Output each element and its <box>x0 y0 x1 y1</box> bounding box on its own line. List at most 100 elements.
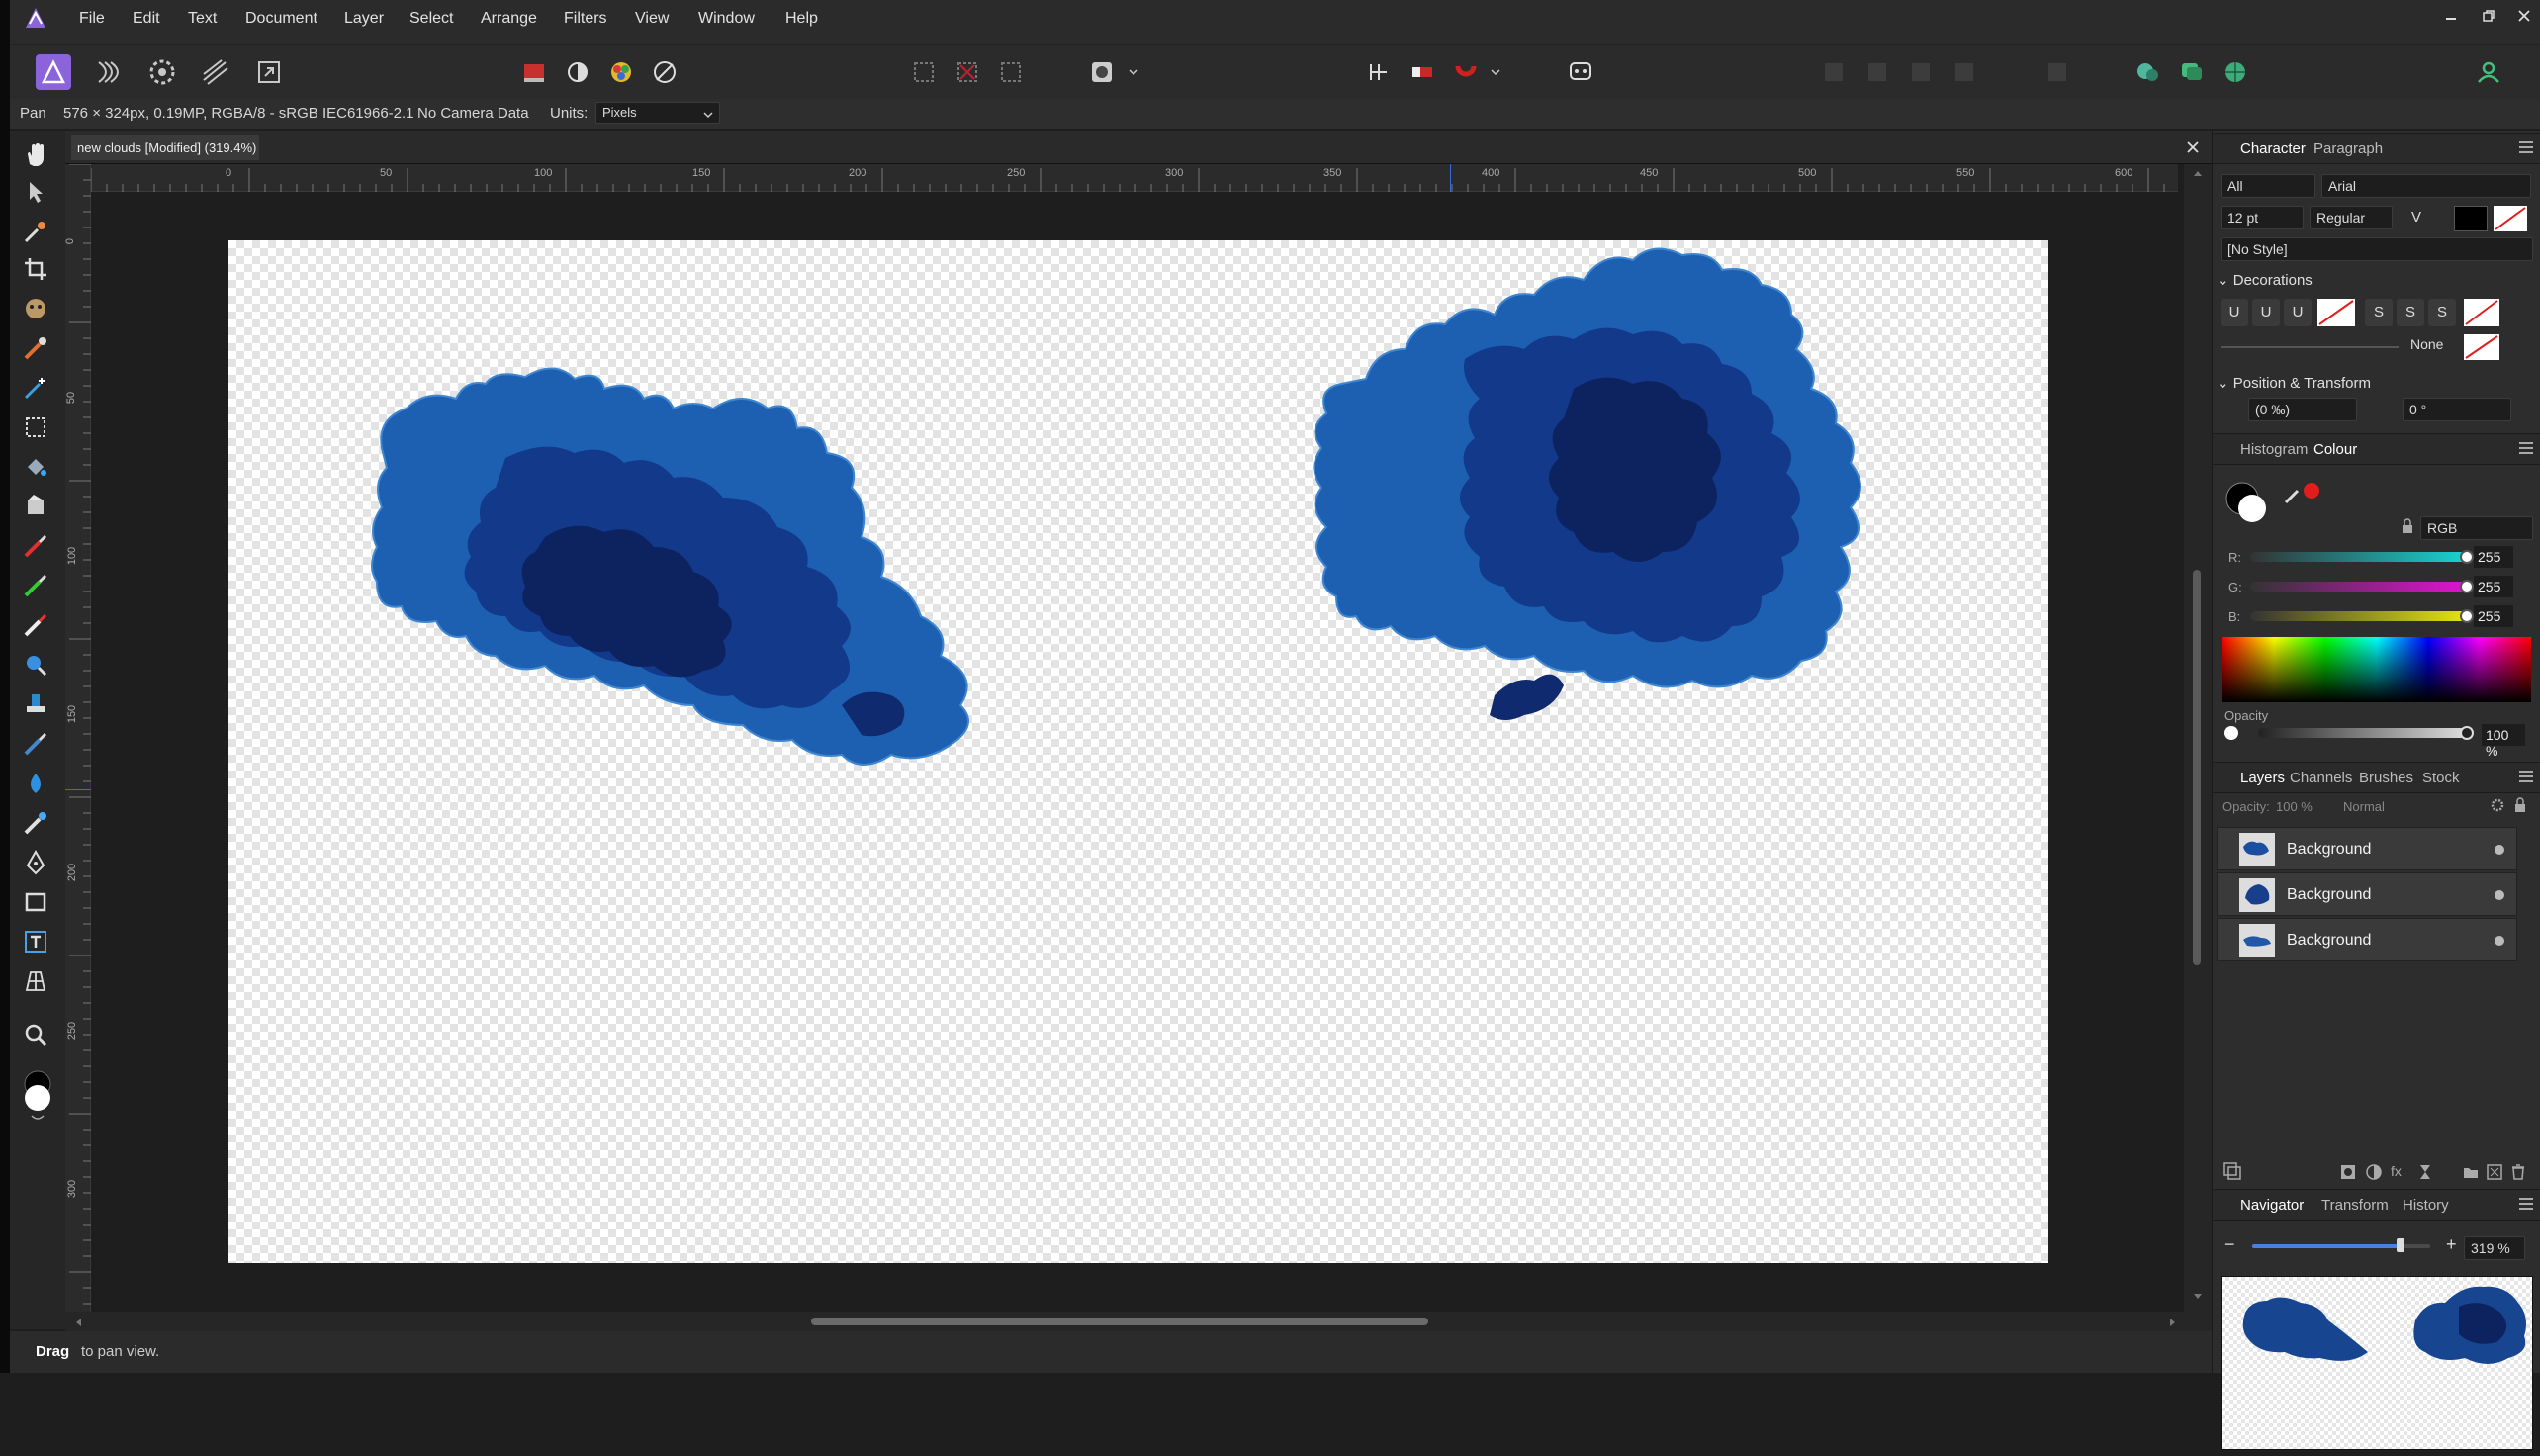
layer-row[interactable]: Background <box>2217 827 2517 870</box>
zoom-slider-knob[interactable] <box>2397 1238 2404 1252</box>
rotation-field[interactable]: 0 ° <box>2403 398 2511 421</box>
menu-window[interactable]: Window <box>698 10 755 28</box>
scroll-right-icon[interactable] <box>2168 1317 2178 1328</box>
flood-fill-icon[interactable] <box>22 453 49 481</box>
arrange-icon[interactable] <box>1860 54 1895 90</box>
tab-stock[interactable]: Stock <box>2422 770 2460 786</box>
close-tab-icon[interactable] <box>2186 140 2200 154</box>
zoom-value[interactable]: 319 % <box>2464 1236 2525 1260</box>
retouch-brush-icon[interactable] <box>22 730 49 758</box>
font-weight-select[interactable]: Regular <box>2310 206 2393 229</box>
minimize-icon[interactable] <box>2443 10 2459 26</box>
zoom-slider[interactable] <box>2252 1238 2430 1252</box>
view-mode-icon[interactable] <box>516 54 552 90</box>
fill-tool-icon[interactable] <box>22 493 49 520</box>
opacity-value[interactable]: 100 % <box>2482 724 2525 759</box>
color-swatches-icon[interactable] <box>20 1070 55 1126</box>
magnet-snapping-icon[interactable] <box>1448 54 1484 90</box>
tone-mapping-persona-icon[interactable] <box>198 54 233 90</box>
auto-levels-icon[interactable] <box>560 54 595 90</box>
text-stroke-none-swatch[interactable] <box>2494 206 2527 231</box>
menu-help[interactable]: Help <box>785 10 818 28</box>
blue-slider[interactable] <box>2250 611 2468 621</box>
magic-wand-icon[interactable] <box>22 374 49 402</box>
selection-brush-icon[interactable] <box>22 295 49 322</box>
blue-value[interactable]: 255 <box>2474 605 2513 627</box>
text-style-select[interactable]: [No Style] <box>2221 237 2533 261</box>
snapping-icon[interactable] <box>1405 54 1440 90</box>
mask-icon[interactable] <box>2339 1163 2357 1181</box>
double-underline-button[interactable]: U <box>2252 299 2280 326</box>
red-value[interactable]: 255 <box>2474 546 2513 568</box>
rectangle-tool-icon[interactable] <box>22 888 49 916</box>
tab-colour[interactable]: Colour <box>2313 441 2357 458</box>
lock-icon[interactable] <box>2401 518 2414 534</box>
decorations-section[interactable]: ⌄ Decorations <box>2217 271 2313 289</box>
tab-transform[interactable]: Transform <box>2321 1197 2389 1214</box>
tab-layers[interactable]: Layers <box>2240 770 2285 786</box>
marquee-tool-icon[interactable] <box>22 413 49 441</box>
layer-row[interactable]: Background <box>2217 872 2517 916</box>
strikethrough-button[interactable]: S <box>2365 299 2393 326</box>
move-tool-icon[interactable] <box>22 178 49 206</box>
strike-color-none-swatch[interactable] <box>2464 299 2499 326</box>
red-slider-knob[interactable] <box>2460 550 2474 564</box>
globe-icon[interactable] <box>2218 54 2253 90</box>
red-slider[interactable] <box>2250 552 2468 562</box>
font-family-select[interactable]: Arial <box>2321 174 2531 198</box>
menu-edit[interactable]: Edit <box>133 10 160 28</box>
text-fill-swatch[interactable] <box>2454 206 2488 231</box>
canvas[interactable] <box>228 240 2048 1263</box>
text-tool-icon[interactable] <box>22 928 49 956</box>
blue-slider-knob[interactable] <box>2460 609 2474 623</box>
restore-icon[interactable] <box>2481 8 2496 24</box>
tab-brushes[interactable]: Brushes <box>2359 770 2413 786</box>
pixel-tool-icon[interactable] <box>22 572 49 599</box>
horizontal-ruler[interactable]: 0 50 100 150 200 250 300 350 400 450 500… <box>91 164 2178 192</box>
chevron-down-icon[interactable] <box>1128 66 1139 78</box>
develop-persona-icon[interactable] <box>144 54 180 90</box>
hand-icon[interactable] <box>22 140 49 168</box>
green-slider-knob[interactable] <box>2460 580 2474 593</box>
lock-icon[interactable] <box>2513 797 2527 813</box>
layer-opacity-value[interactable]: 100 % <box>2276 799 2313 814</box>
chevron-down-icon[interactable] <box>702 109 714 121</box>
assistant-icon[interactable] <box>1563 54 1598 90</box>
zoom-in-button[interactable]: + <box>2446 1234 2457 1255</box>
layer-visibility-toggle[interactable] <box>2495 936 2504 946</box>
panel-menu-icon[interactable] <box>2519 771 2533 782</box>
document-tab[interactable]: new clouds [Modified] (319.4%) <box>71 135 259 160</box>
scroll-left-icon[interactable] <box>73 1317 83 1328</box>
green-slider[interactable] <box>2250 582 2468 592</box>
blend-mode-select[interactable]: Normal <box>2343 799 2385 814</box>
double-strikethrough-button[interactable]: S <box>2397 299 2424 326</box>
affinity-photo-logo-icon[interactable] <box>24 6 47 30</box>
quick-mask-icon[interactable] <box>1084 54 1120 90</box>
panel-menu-icon[interactable] <box>2519 442 2533 454</box>
fill-stroke-swatch-icon[interactable] <box>2222 479 2272 528</box>
opacity-slider-knob[interactable] <box>2460 726 2474 740</box>
align-icon[interactable] <box>2040 54 2075 90</box>
deselect-icon[interactable] <box>950 54 985 90</box>
selection-mode-icon[interactable] <box>906 54 942 90</box>
liquify-persona-icon[interactable] <box>91 54 127 90</box>
account-icon[interactable] <box>2471 54 2506 90</box>
blur-brush-icon[interactable] <box>22 770 49 797</box>
erase-brush-icon[interactable] <box>22 611 49 639</box>
zoom-out-button[interactable]: − <box>2224 1234 2235 1255</box>
eyedropper-icon[interactable] <box>2282 481 2321 506</box>
tab-navigator[interactable]: Navigator <box>2240 1197 2304 1214</box>
tab-character[interactable]: Character <box>2240 140 2306 157</box>
arrange-icon[interactable] <box>1903 54 1939 90</box>
fx-icon[interactable]: fx <box>2391 1163 2402 1179</box>
tab-channels[interactable]: Channels <box>2290 770 2352 786</box>
export-persona-icon[interactable] <box>251 54 287 90</box>
arrange-icon[interactable] <box>1947 54 1982 90</box>
vertical-ruler[interactable]: 0 50 100 150 200 250 300 <box>64 164 91 1312</box>
green-value[interactable]: 255 <box>2474 576 2513 597</box>
add-pixel-layer-icon[interactable] <box>2486 1163 2503 1181</box>
menu-select[interactable]: Select <box>409 10 453 28</box>
layer-visibility-toggle[interactable] <box>2495 890 2504 900</box>
menu-filters[interactable]: Filters <box>564 10 607 28</box>
paint-brush-icon[interactable] <box>22 532 49 560</box>
